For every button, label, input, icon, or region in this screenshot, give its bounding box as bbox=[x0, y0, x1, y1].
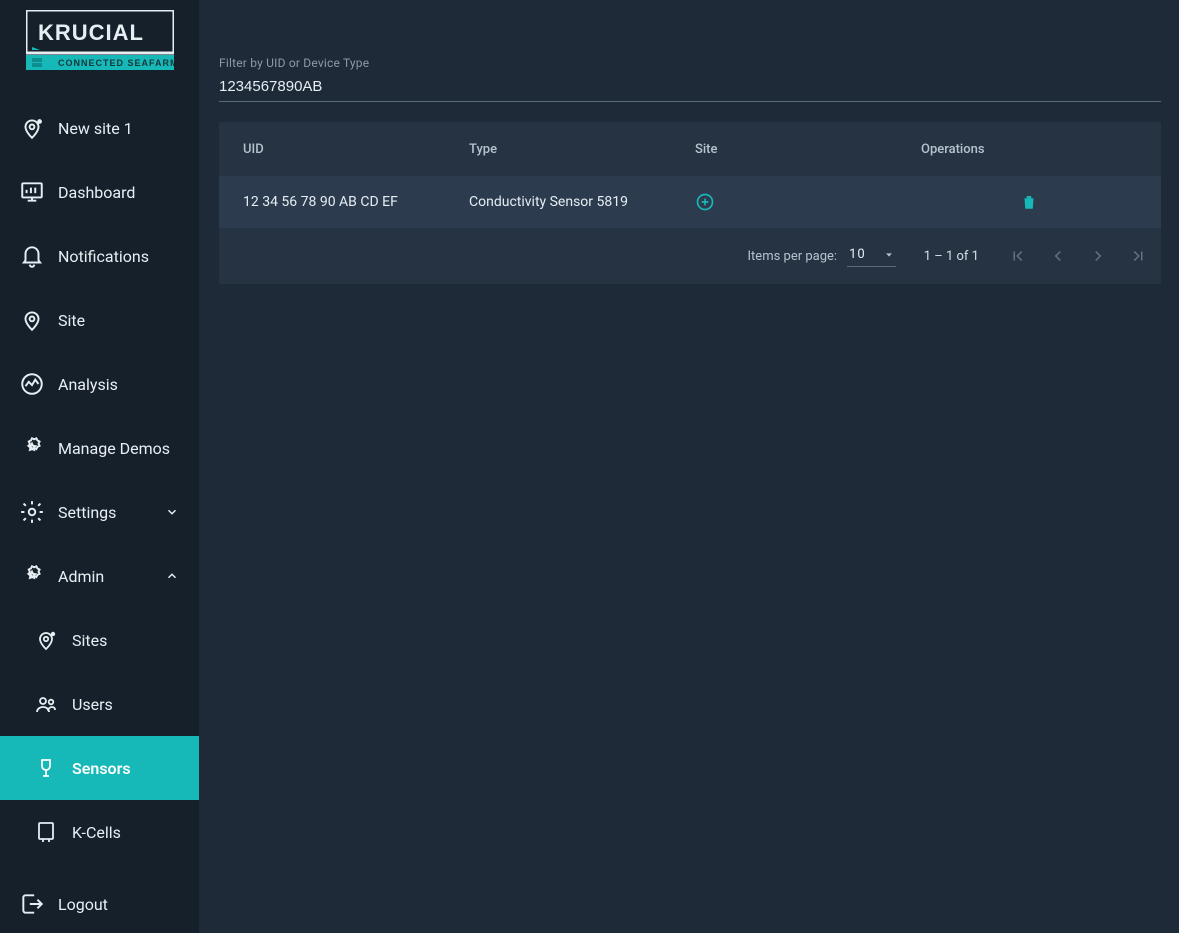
logout-icon bbox=[18, 890, 46, 918]
col-type: Type bbox=[469, 142, 695, 157]
add-site-button[interactable] bbox=[695, 192, 715, 212]
table-footer: Items per page: 10 1 – 1 of 1 bbox=[219, 228, 1161, 284]
sidebar-item-site[interactable]: Site bbox=[0, 288, 199, 352]
sidebar-item-logout[interactable]: Logout bbox=[0, 872, 199, 933]
col-site: Site bbox=[695, 142, 921, 157]
sidebar-item-kcells[interactable]: K-Cells bbox=[0, 800, 199, 864]
table-row: 12 34 56 78 90 AB CD EF Conductivity Sen… bbox=[219, 176, 1161, 228]
svg-text:KRUCIAL: KRUCIAL bbox=[38, 20, 144, 45]
items-per-page-value: 10 bbox=[849, 247, 866, 262]
sidebar-item-sensors[interactable]: Sensors bbox=[0, 736, 199, 800]
chevron-right-icon bbox=[1089, 247, 1107, 265]
cell-uid: 12 34 56 78 90 AB CD EF bbox=[243, 194, 469, 210]
nav: New site 1 Dashboard bbox=[0, 96, 199, 933]
map-pin-dot-icon bbox=[32, 626, 60, 654]
star-badge-icon bbox=[18, 434, 46, 462]
sidebar-item-label: Admin bbox=[58, 567, 151, 586]
chevron-down-icon bbox=[163, 503, 181, 521]
sidebar-item-manage-demos[interactable]: Manage Demos bbox=[0, 416, 199, 480]
map-pin-dot-icon bbox=[18, 114, 46, 142]
next-page-button[interactable] bbox=[1087, 245, 1109, 267]
filter-label: Filter by UID or Device Type bbox=[219, 56, 1161, 70]
sidebar-item-label: Manage Demos bbox=[58, 439, 181, 458]
users-icon bbox=[32, 690, 60, 718]
sidebar-item-label: Settings bbox=[58, 503, 151, 522]
chevron-up-icon bbox=[163, 567, 181, 585]
last-page-icon bbox=[1129, 247, 1147, 265]
sidebar-item-label: K-Cells bbox=[72, 823, 181, 842]
table-header: UID Type Site Operations bbox=[219, 122, 1161, 176]
sidebar-item-label: Analysis bbox=[58, 375, 181, 394]
krucial-logo-icon: KRUCIAL CONNECTED SEAFARM bbox=[26, 10, 174, 70]
first-page-button[interactable] bbox=[1007, 245, 1029, 267]
col-operations: Operations bbox=[921, 142, 1137, 157]
svg-text:CONNECTED SEAFARM: CONNECTED SEAFARM bbox=[58, 58, 174, 68]
gear-icon bbox=[18, 498, 46, 526]
kcell-icon bbox=[32, 818, 60, 846]
sensor-icon bbox=[32, 754, 60, 782]
items-per-page-select[interactable]: 10 bbox=[847, 245, 896, 267]
star-badge-icon bbox=[18, 562, 46, 590]
sensors-table: UID Type Site Operations 12 34 56 78 90 … bbox=[219, 122, 1161, 284]
col-uid: UID bbox=[243, 142, 469, 157]
sidebar-item-settings[interactable]: Settings bbox=[0, 480, 199, 544]
cell-type: Conductivity Sensor 5819 bbox=[469, 194, 695, 210]
plus-circle-icon bbox=[695, 192, 715, 212]
sidebar: KRUCIAL CONNECTED SEAFARM New site 1 bbox=[0, 0, 199, 933]
page-range: 1 – 1 of 1 bbox=[924, 249, 979, 264]
map-pin-icon bbox=[18, 306, 46, 334]
sidebar-item-label: Sensors bbox=[72, 759, 181, 778]
sidebar-item-users[interactable]: Users bbox=[0, 672, 199, 736]
sidebar-item-new-site-1[interactable]: New site 1 bbox=[0, 96, 199, 160]
sidebar-item-label: Sites bbox=[72, 631, 181, 650]
first-page-icon bbox=[1009, 247, 1027, 265]
dropdown-arrow-icon bbox=[884, 250, 894, 260]
sidebar-item-label: Logout bbox=[58, 895, 181, 914]
sidebar-item-notifications[interactable]: Notifications bbox=[0, 224, 199, 288]
cell-site bbox=[695, 192, 921, 212]
dashboard-icon bbox=[18, 178, 46, 206]
prev-page-button[interactable] bbox=[1047, 245, 1069, 267]
sidebar-item-label: Users bbox=[72, 695, 181, 714]
trash-icon bbox=[1020, 193, 1038, 211]
sidebar-item-label: New site 1 bbox=[58, 119, 181, 138]
sidebar-item-label: Site bbox=[58, 311, 181, 330]
main-content: Filter by UID or Device Type UID Type Si… bbox=[199, 0, 1179, 933]
sidebar-item-label: Dashboard bbox=[58, 183, 181, 202]
sidebar-item-analysis[interactable]: Analysis bbox=[0, 352, 199, 416]
chevron-left-icon bbox=[1049, 247, 1067, 265]
last-page-button[interactable] bbox=[1127, 245, 1149, 267]
filter-block: Filter by UID or Device Type bbox=[219, 56, 1161, 102]
cell-operations bbox=[921, 192, 1137, 212]
items-per-page: Items per page: 10 bbox=[748, 245, 896, 267]
brand-logo: KRUCIAL CONNECTED SEAFARM bbox=[0, 0, 199, 76]
delete-button[interactable] bbox=[1019, 192, 1039, 212]
pager bbox=[1007, 245, 1149, 267]
sidebar-item-sites[interactable]: Sites bbox=[0, 608, 199, 672]
sidebar-item-admin[interactable]: Admin bbox=[0, 544, 199, 608]
items-per-page-label: Items per page: bbox=[748, 249, 838, 264]
bell-icon bbox=[18, 242, 46, 270]
filter-input[interactable] bbox=[219, 74, 1161, 102]
sidebar-item-dashboard[interactable]: Dashboard bbox=[0, 160, 199, 224]
sidebar-item-label: Notifications bbox=[58, 247, 181, 266]
analytics-icon bbox=[18, 370, 46, 398]
